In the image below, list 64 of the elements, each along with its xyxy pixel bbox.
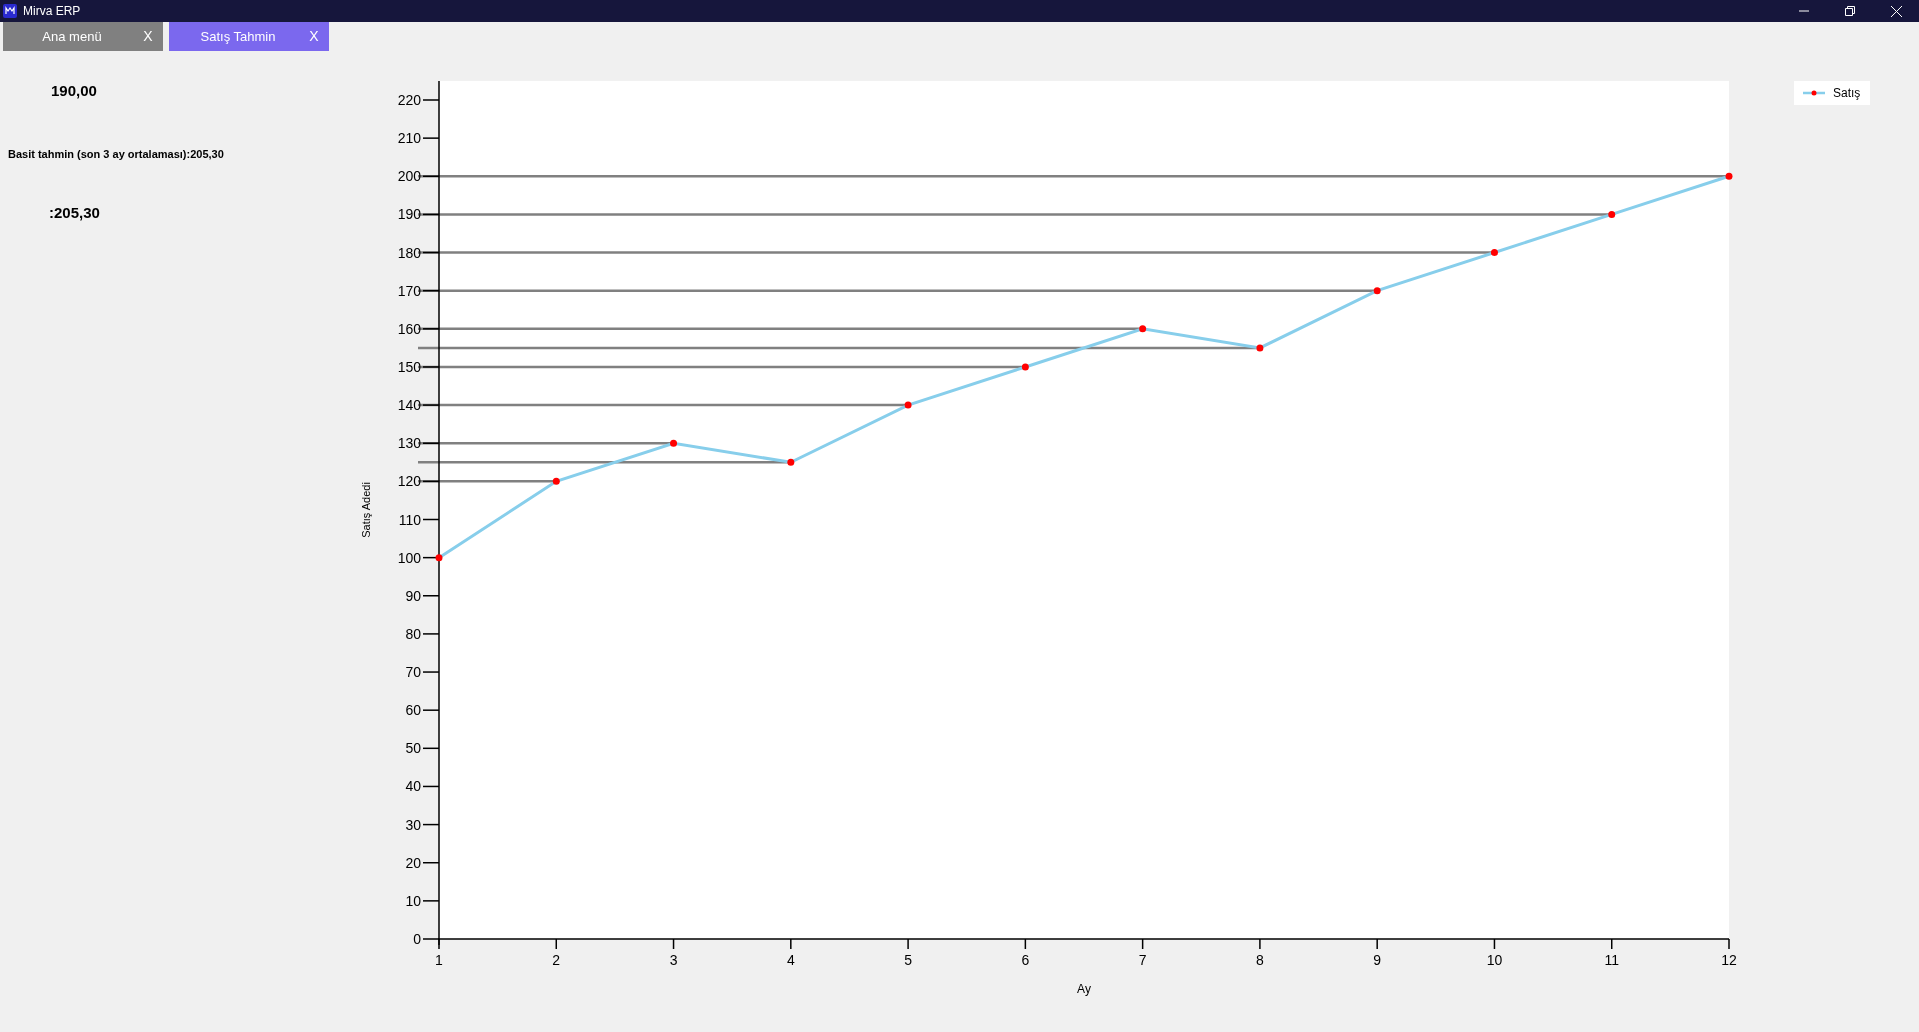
x-tick-label: 1 <box>435 952 443 968</box>
y-tick-label: 160 <box>397 320 421 337</box>
y-tick-label: 90 <box>405 587 421 604</box>
data-point <box>1256 344 1264 352</box>
restore-icon <box>1845 6 1855 16</box>
data-point <box>904 401 912 409</box>
y-tick-label: 110 <box>398 511 421 528</box>
x-tick-label: 8 <box>1256 952 1264 968</box>
y-tick-label: 120 <box>397 473 421 490</box>
tab-label[interactable]: Ana menü <box>3 26 133 47</box>
data-point <box>552 477 560 485</box>
data-point <box>1373 287 1381 295</box>
data-point <box>1139 325 1147 333</box>
data-point <box>1490 249 1498 257</box>
x-tick-label: 5 <box>904 952 912 968</box>
y-tick-label: 80 <box>405 625 421 642</box>
data-point <box>787 458 795 466</box>
tab[interactable]: Ana menü X <box>3 22 163 51</box>
x-tick-label: 2 <box>552 952 561 968</box>
y-tick-label: 40 <box>405 778 421 795</box>
legend-line-icon <box>1803 90 1825 96</box>
y-tick-label: 220 <box>397 92 421 108</box>
x-tick-label: 10 <box>1486 952 1503 968</box>
y-tick-label: 0 <box>413 931 421 947</box>
data-point <box>670 439 678 447</box>
window-title: Mirva ERP <box>23 3 81 20</box>
y-tick-label: 130 <box>397 435 421 452</box>
data-point <box>1021 363 1029 371</box>
y-tick-label: 180 <box>397 244 421 261</box>
y-tick-label: 50 <box>405 740 421 757</box>
x-tick-label: 7 <box>1138 952 1147 968</box>
forecast-value-label: :205,30 <box>49 203 100 223</box>
x-tick-label: 12 <box>1721 952 1737 968</box>
last-value-label: 190,00 <box>51 81 97 101</box>
x-tick-label: 4 <box>786 952 795 968</box>
y-tick-label: 20 <box>405 854 421 871</box>
y-tick-label: 30 <box>405 816 421 833</box>
tab[interactable]: Satış Tahmin X <box>169 22 329 51</box>
x-tick-label: 11 <box>1604 952 1619 968</box>
y-axis-title: Satış Adedi <box>360 482 372 538</box>
x-tick-label: 9 <box>1373 952 1382 968</box>
x-axis-title: Ay <box>1077 982 1091 996</box>
tab-label[interactable]: Satış Tahmin <box>169 26 299 47</box>
y-tick-label: 200 <box>397 168 421 185</box>
app-logo-icon <box>3 4 17 18</box>
y-tick-label: 190 <box>397 206 421 223</box>
x-tick-label: 3 <box>669 952 678 968</box>
y-tick-label: 140 <box>397 397 421 414</box>
data-point <box>435 554 443 562</box>
tab-close-button[interactable]: X <box>133 26 163 47</box>
y-tick-label: 70 <box>405 664 421 681</box>
y-tick-label: 60 <box>405 702 421 719</box>
y-tick-label: 170 <box>397 282 421 299</box>
tab-close-button[interactable]: X <box>299 26 329 47</box>
y-tick-label: 10 <box>405 892 421 909</box>
y-tick-label: 210 <box>397 130 421 147</box>
close-icon <box>1890 5 1902 17</box>
data-point <box>1608 210 1616 218</box>
legend-label: Satış <box>1833 85 1861 102</box>
data-point <box>1725 172 1733 180</box>
y-tick-label: 150 <box>397 358 421 375</box>
x-tick-label: 6 <box>1021 952 1030 968</box>
y-tick-label: 100 <box>397 549 421 566</box>
forecast-text: Basit tahmin (son 3 ay ortalaması):205,30 <box>8 146 224 162</box>
